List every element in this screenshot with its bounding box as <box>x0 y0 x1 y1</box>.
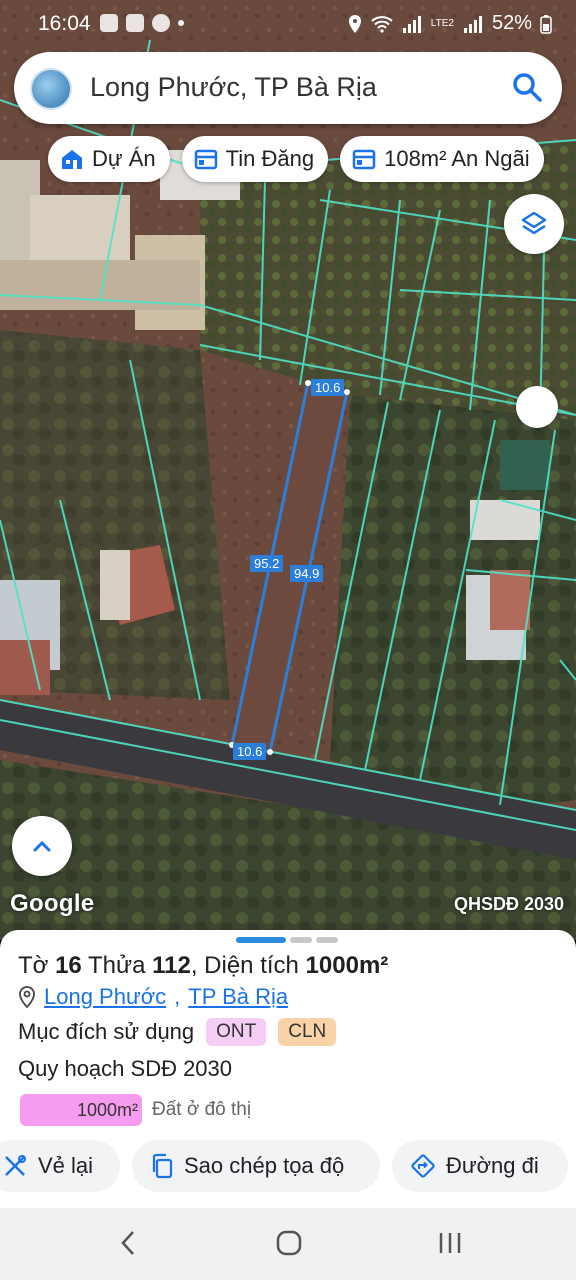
wifi-icon <box>371 15 393 33</box>
legend-swatch: 1000m² <box>20 1094 142 1126</box>
zalo-icon <box>100 14 118 32</box>
chip-du-an[interactable]: Dự Án <box>48 136 170 182</box>
sheet-number: 16 <box>55 952 82 979</box>
area-value: 1000m² <box>305 952 389 979</box>
lte-label: LTE2 <box>430 17 454 29</box>
plot-label: Thửa <box>88 952 146 979</box>
search-icon[interactable] <box>510 70 544 104</box>
battery-percent: 52% <box>491 12 532 34</box>
overlay-label: QHSDĐ 2030 <box>453 894 564 914</box>
signal-2-icon <box>463 15 482 33</box>
chip-tin-dang[interactable]: Tin Đăng <box>181 136 329 182</box>
more-notifications-icon <box>178 20 184 26</box>
action-bar: Vẻ lại Sao chép tọa độ Đường đi <box>0 1140 576 1194</box>
chip-label: Tin Đăng <box>225 146 315 171</box>
listing-icon <box>352 149 376 170</box>
chip-label: Dự Án <box>92 146 156 171</box>
land-purpose-row: Mục đích sử dụng ONT CLN <box>18 1018 337 1046</box>
building-icon <box>62 150 82 169</box>
directions-label: Đường đi <box>446 1153 539 1178</box>
search-query[interactable]: Long Phước, TP Bà Rịa <box>90 72 377 103</box>
sheet-pager[interactable] <box>236 937 338 943</box>
filter-chips: Dự Án Tin Đăng 108m² An Ngãi <box>48 136 544 182</box>
clock: 16:04 <box>38 12 91 35</box>
map-handle[interactable] <box>516 386 558 428</box>
city-link[interactable]: TP Bà Rịa <box>188 984 288 1010</box>
plot-number: 112 <box>152 952 191 979</box>
purpose-badge-cln: CLN <box>278 1018 337 1046</box>
parcel-location: Long Phước, TP Bà Rịa <box>18 984 288 1010</box>
chip-108m2-an-ngai[interactable]: 108m² An Ngãi <box>340 136 544 182</box>
location-icon <box>348 14 361 33</box>
directions-icon <box>411 1154 435 1178</box>
plan-label: Quy hoạch SDĐ 2030 <box>18 1056 233 1081</box>
gallery-icon <box>126 14 144 32</box>
notification-icons <box>100 14 184 32</box>
chevron-up-icon <box>33 840 51 852</box>
commune-link[interactable]: Long Phước <box>44 984 166 1010</box>
location-separator: , <box>174 984 181 1009</box>
home-icon[interactable] <box>274 1228 304 1258</box>
redraw-button[interactable]: Vẻ lại <box>0 1140 120 1192</box>
back-icon[interactable] <box>118 1228 138 1258</box>
top-edge-label: 10.6 <box>311 379 345 396</box>
ruler-pencil-icon <box>5 1155 26 1176</box>
purpose-label: Mục đích sử dụng <box>18 1019 195 1044</box>
recent-apps-icon[interactable] <box>436 1228 464 1258</box>
directions-button[interactable]: Đường đi <box>392 1140 568 1192</box>
layers-icon <box>521 211 547 235</box>
right-edge-label: 94.9 <box>290 565 324 582</box>
facebook-icon <box>152 14 170 32</box>
copy-icon <box>152 1153 173 1179</box>
sheet-label: Tờ <box>18 952 49 979</box>
legend-description: Đất ở đô thị <box>152 1099 252 1120</box>
purpose-badge-ont: ONT <box>206 1018 267 1046</box>
expand-up-button[interactable] <box>12 816 72 876</box>
chip-label: 108m² An Ngãi <box>384 146 530 171</box>
battery-icon <box>540 14 552 34</box>
listing-icon <box>194 149 217 170</box>
layers-button[interactable] <box>504 194 564 254</box>
left-edge-label: 95.2 <box>250 555 284 572</box>
system-nav-bar <box>0 1208 576 1280</box>
bottom-edge-label: 10.6 <box>233 743 267 760</box>
location-pin-icon <box>19 986 35 1008</box>
area-label: , Diện tích <box>190 952 299 979</box>
google-attribution: Google <box>10 890 95 917</box>
plan-legend: 1000m² Đất ở đô thị <box>20 1094 251 1126</box>
copy-coordinates-button[interactable]: Sao chép tọa độ <box>132 1140 380 1192</box>
redraw-label: Vẻ lại <box>38 1153 94 1178</box>
signal-icon <box>402 15 421 33</box>
system-icons: LTE2 52% <box>347 12 552 35</box>
status-bar: 16:04 LTE2 52% <box>0 0 576 48</box>
parcel-title: Tờ 16 Thửa 112, Diện tích 1000m² <box>18 952 388 980</box>
search-bar[interactable]: Long Phước, TP Bà Rịa <box>14 52 562 124</box>
copy-coordinates-label: Sao chép tọa độ <box>184 1153 345 1178</box>
app-logo-icon[interactable] <box>30 68 72 110</box>
